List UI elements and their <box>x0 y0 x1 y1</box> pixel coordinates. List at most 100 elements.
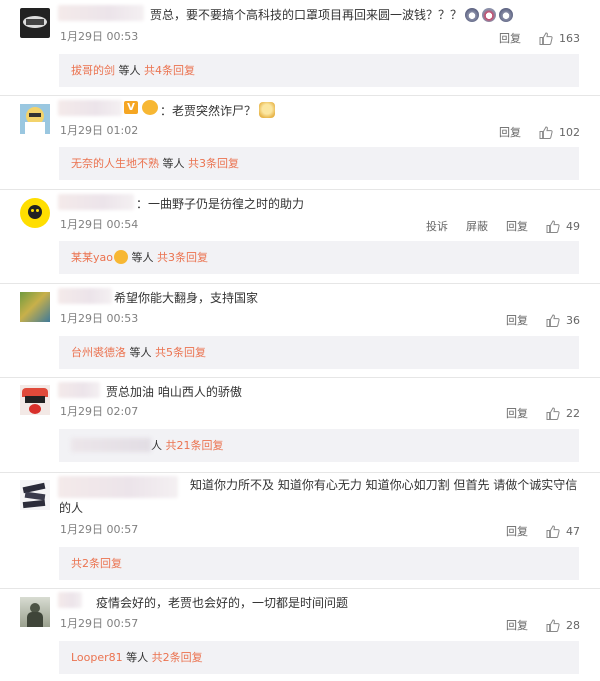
comment-actions: 回复 36 <box>488 312 580 328</box>
emoji-icon <box>499 8 514 22</box>
replies-preview[interactable]: 无奈的人生地不熟 等人 共3条回复 <box>59 147 579 180</box>
avatar[interactable] <box>20 292 50 322</box>
replies-preview[interactable]: 台州裘德洛 等人 共5条回复 <box>59 336 579 369</box>
block-button[interactable]: 屏蔽 <box>466 218 488 234</box>
comment-text: 贾总加油 咱山西人的骄傲 <box>106 385 242 399</box>
divider <box>0 189 600 190</box>
avatar[interactable] <box>20 198 50 228</box>
reply-count-link[interactable]: 共3条回复 <box>157 251 208 264</box>
reply-user-link[interactable]: 无奈的人生地不熟 <box>71 157 159 170</box>
comment-date: 1月29日 00:54 <box>60 218 139 231</box>
like-button[interactable]: 163 <box>539 32 580 45</box>
avatar[interactable] <box>20 480 50 510</box>
avatar[interactable] <box>20 104 50 134</box>
divider <box>0 472 600 473</box>
comment-actions: 回复 22 <box>488 405 580 421</box>
avatar[interactable] <box>20 385 50 415</box>
like-count: 36 <box>566 313 580 327</box>
reply-user-link[interactable]: Looper81 <box>71 651 123 664</box>
like-button[interactable]: 22 <box>546 407 580 420</box>
reply-user-blurred[interactable] <box>71 438 151 452</box>
comment-text: 疫情会好的，老贾也会好的，一切都是时间问题 <box>96 596 349 610</box>
comment-date: 1月29日 00:57 <box>60 523 139 536</box>
comment-text-continued: 的人 <box>59 501 84 515</box>
reply-count-link[interactable]: 共4条回复 <box>144 64 195 77</box>
vip-icon <box>113 250 128 264</box>
like-button[interactable]: 28 <box>546 619 580 632</box>
reply-count-link[interactable]: 共2条回复 <box>71 557 122 570</box>
reply-button[interactable]: 回复 <box>506 617 528 633</box>
like-count: 49 <box>566 219 580 233</box>
username-blurred[interactable] <box>58 194 134 210</box>
reply-user-link[interactable]: 台州裘德洛 <box>71 346 126 359</box>
like-count: 102 <box>559 125 580 139</box>
emoji-icon <box>482 8 497 22</box>
comment-text: 贾总，要不要搞个高科技的口罩项目再回来圆一波钱？？？ <box>150 7 514 23</box>
divider <box>0 377 600 378</box>
username-blurred[interactable] <box>58 592 82 608</box>
thumbs-up-icon <box>546 618 560 632</box>
username-blurred[interactable] <box>58 100 122 116</box>
avatar[interactable] <box>20 597 50 627</box>
username-blurred[interactable] <box>58 382 100 398</box>
thumbs-up-icon <box>546 313 560 327</box>
comment-date: 1月29日 01:02 <box>60 124 139 137</box>
reply-user-link[interactable]: 拔哥的剑 <box>71 64 115 77</box>
comment-date: 1月29日 00:57 <box>60 617 139 630</box>
comment-actions: 回复 163 <box>481 30 580 46</box>
reply-count-link[interactable]: 共2条回复 <box>152 651 203 664</box>
like-count: 163 <box>559 31 580 45</box>
verified-badge-icon: V <box>124 101 138 114</box>
comment-text: 知道你力所不及 知道你有心无力 知道你心如刀割 但首先 请做个诚实守信 <box>190 478 578 492</box>
thumbs-up-icon <box>539 125 553 139</box>
reply-button[interactable]: 回复 <box>506 312 528 328</box>
comment-text: ：老贾突然诈尸？ <box>160 102 276 119</box>
comment-text: 希望你能大翻身，支持国家 <box>114 291 259 305</box>
replies-preview[interactable]: 拔哥的剑 等人 共4条回复 <box>59 54 579 87</box>
reply-button[interactable]: 回复 <box>506 218 528 234</box>
vip-icon <box>142 100 158 115</box>
thumbs-up-icon <box>539 31 553 45</box>
comment-date: 1月29日 02:07 <box>60 405 139 418</box>
comment-actions: 回复 102 <box>481 124 580 140</box>
like-count: 28 <box>566 618 580 632</box>
username-blurred[interactable] <box>58 5 144 21</box>
like-count: 22 <box>566 406 580 420</box>
thumbs-up-icon <box>546 219 560 233</box>
username-blurred[interactable] <box>58 476 178 498</box>
replies-preview[interactable]: 人 共21条回复 <box>59 429 579 462</box>
dog-emoji-icon <box>259 102 276 118</box>
reply-count-link[interactable]: 共3条回复 <box>188 157 239 170</box>
username-blurred[interactable] <box>58 288 112 304</box>
avatar[interactable] <box>20 8 50 38</box>
report-button[interactable]: 投诉 <box>426 218 448 234</box>
replies-preview[interactable]: Looper81 等人 共2条回复 <box>59 641 579 674</box>
comment-text: ：一曲野子仍是彷徨之时的助力 <box>136 197 305 211</box>
thumbs-up-icon <box>546 406 560 420</box>
like-button[interactable]: 47 <box>546 525 580 538</box>
like-button[interactable]: 49 <box>546 220 580 233</box>
comment-list: 贾总，要不要搞个高科技的口罩项目再回来圆一波钱？？？ 1月29日 00:53 回… <box>0 0 600 681</box>
reply-count-link[interactable]: 共21条回复 <box>166 439 224 452</box>
reply-button[interactable]: 回复 <box>506 405 528 421</box>
reply-button[interactable]: 回复 <box>506 523 528 539</box>
comment-actions: 回复 28 <box>488 617 580 633</box>
reply-user-link[interactable]: 某某yao <box>71 251 113 264</box>
replies-preview[interactable]: 某某yao 等人 共3条回复 <box>59 241 579 274</box>
divider <box>0 588 600 589</box>
comment-date: 1月29日 00:53 <box>60 30 139 43</box>
comment-actions: 回复 47 <box>488 523 580 539</box>
like-button[interactable]: 102 <box>539 126 580 139</box>
divider <box>0 283 600 284</box>
replies-preview[interactable]: 共2条回复 <box>59 547 579 580</box>
comment-date: 1月29日 00:53 <box>60 312 139 325</box>
like-count: 47 <box>566 524 580 538</box>
emoji-icon <box>465 8 480 22</box>
divider <box>0 95 600 96</box>
comment-actions: 投诉 屏蔽 回复 49 <box>408 218 580 234</box>
reply-button[interactable]: 回复 <box>499 30 521 46</box>
like-button[interactable]: 36 <box>546 314 580 327</box>
thumbs-up-icon <box>546 524 560 538</box>
reply-count-link[interactable]: 共5条回复 <box>155 346 206 359</box>
reply-button[interactable]: 回复 <box>499 124 521 140</box>
